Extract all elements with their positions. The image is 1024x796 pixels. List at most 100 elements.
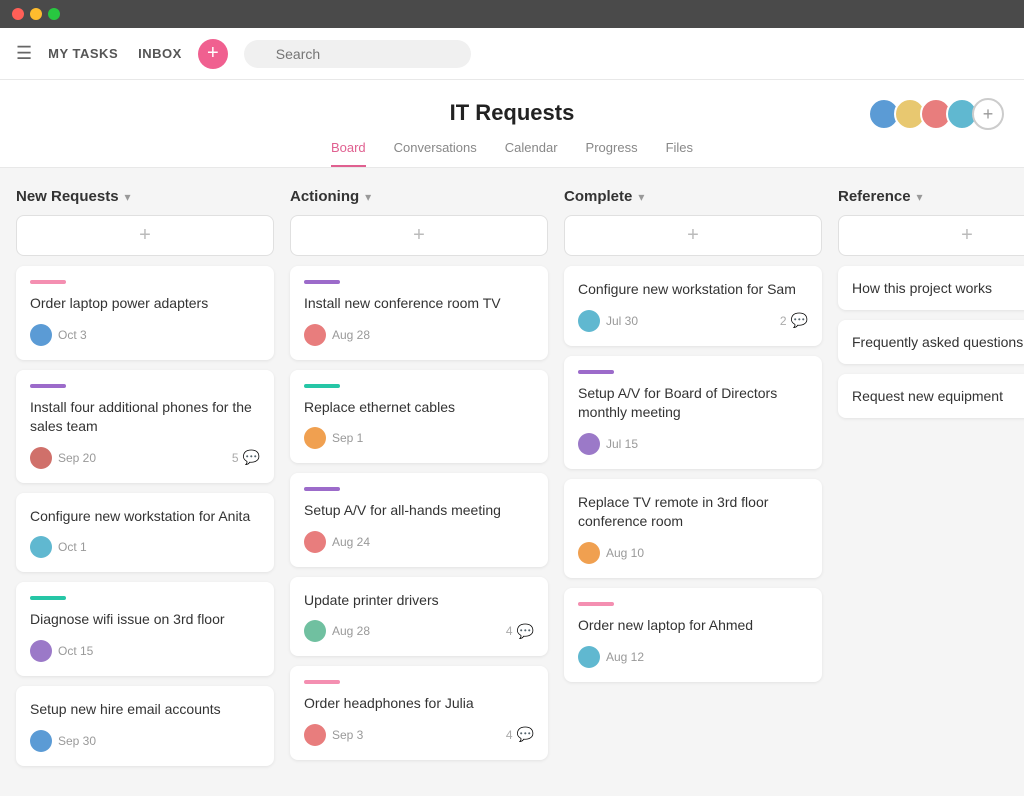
board: New Requests ▾ + Order laptop power adap… [0, 168, 1024, 796]
card-order-laptop-adapters: Order laptop power adapters Oct 3 [16, 266, 274, 360]
card-laptop-ahmed: Order new laptop for Ahmed Aug 12 [564, 588, 822, 682]
column-title-wrapper: Reference ▾ [838, 188, 923, 205]
card-title: Order headphones for Julia [304, 694, 534, 714]
card-date: Oct 3 [58, 328, 87, 342]
avatar [578, 433, 600, 455]
accent-bar [30, 596, 66, 600]
add-card-new-requests[interactable]: + [16, 215, 274, 256]
comment-count: 5 [232, 451, 239, 465]
search-input[interactable] [244, 40, 471, 68]
column-actioning: Actioning ▾ + Install new conference roo… [290, 188, 548, 770]
card-email-accounts: Setup new hire email accounts Sep 30 [16, 686, 274, 766]
card-meta-left: Aug 28 [304, 620, 370, 642]
chevron-down-icon[interactable]: ▾ [125, 190, 131, 204]
card-comments: 4 💬 [506, 726, 534, 743]
tab-board[interactable]: Board [331, 140, 366, 167]
tab-calendar[interactable]: Calendar [505, 140, 558, 167]
card-title: Setup A/V for all-hands meeting [304, 501, 534, 521]
add-card-actioning[interactable]: + [290, 215, 548, 256]
card-meta: Sep 20 5 💬 [30, 447, 260, 469]
project-header: + IT Requests Board Conversations Calend… [0, 80, 1024, 168]
card-date: Sep 1 [332, 431, 363, 445]
inbox-link[interactable]: INBOX [138, 46, 182, 61]
comment-count: 4 [506, 728, 513, 742]
column-title-complete: Complete [564, 188, 632, 205]
card-workstation-anita: Configure new workstation for Anita Oct … [16, 493, 274, 573]
column-complete: Complete ▾ + Configure new workstation f… [564, 188, 822, 692]
card-meta: Aug 28 [304, 324, 534, 346]
maximize-dot[interactable] [48, 8, 60, 20]
add-card-complete[interactable]: + [564, 215, 822, 256]
project-tabs: Board Conversations Calendar Progress Fi… [0, 140, 1024, 167]
card-meta-left: Sep 30 [30, 730, 96, 752]
card-date: Sep 3 [332, 728, 363, 742]
avatar [578, 310, 600, 332]
ref-card-request-equipment[interactable]: Request new equipment [838, 374, 1024, 418]
chevron-down-icon[interactable]: ▾ [638, 190, 644, 204]
close-dot[interactable] [12, 8, 24, 20]
card-date: Oct 15 [58, 644, 93, 658]
card-meta: Jul 30 2 💬 [578, 310, 808, 332]
project-avatars: + [874, 98, 1004, 130]
card-comments: 2 💬 [780, 312, 808, 329]
ref-card-label: Frequently asked questions [852, 334, 1023, 350]
column-title-wrapper: Complete ▾ [564, 188, 644, 205]
search-wrapper: 🔍 [244, 40, 644, 68]
avatar [30, 447, 52, 469]
card-date: Oct 1 [58, 540, 87, 554]
card-meta: Aug 12 [578, 646, 808, 668]
avatar [304, 324, 326, 346]
card-date: Aug 24 [332, 535, 370, 549]
card-meta-left: Oct 3 [30, 324, 87, 346]
hamburger-icon[interactable]: ☰ [16, 43, 32, 64]
card-meta-left: Oct 15 [30, 640, 93, 662]
avatar [30, 536, 52, 558]
column-title-wrapper: Actioning ▾ [290, 188, 371, 205]
card-meta: Jul 15 [578, 433, 808, 455]
card-title: Setup new hire email accounts [30, 700, 260, 720]
chevron-down-icon[interactable]: ▾ [365, 190, 371, 204]
tab-conversations[interactable]: Conversations [394, 140, 477, 167]
column-header-reference: Reference ▾ [838, 188, 1024, 205]
tab-progress[interactable]: Progress [586, 140, 638, 167]
avatar [30, 730, 52, 752]
add-card-reference[interactable]: + [838, 215, 1024, 256]
card-meta-left: Sep 20 [30, 447, 96, 469]
card-av-board-meeting: Setup A/V for Board of Directors monthly… [564, 356, 822, 469]
ref-card-faq[interactable]: Frequently asked questions [838, 320, 1024, 364]
accent-bar [578, 370, 614, 374]
accent-bar [30, 384, 66, 388]
card-wifi-issue: Diagnose wifi issue on 3rd floor Oct 15 [16, 582, 274, 676]
nav-links: MY TASKS INBOX [48, 46, 182, 61]
accent-bar [304, 280, 340, 284]
card-install-phones: Install four additional phones for the s… [16, 370, 274, 483]
column-header-new-requests: New Requests ▾ [16, 188, 274, 205]
card-title: Update printer drivers [304, 591, 534, 611]
card-meta: Sep 30 [30, 730, 260, 752]
card-date: Sep 30 [58, 734, 96, 748]
accent-bar [304, 487, 340, 491]
column-title-new-requests: New Requests [16, 188, 119, 205]
add-button[interactable]: + [198, 39, 228, 69]
avatar [578, 542, 600, 564]
ref-card-how-project-works[interactable]: How this project works [838, 266, 1024, 310]
card-comments: 4 💬 [506, 623, 534, 640]
card-meta-left: Sep 1 [304, 427, 363, 449]
card-printer-drivers: Update printer drivers Aug 28 4 💬 [290, 577, 548, 657]
card-meta-left: Aug 24 [304, 531, 370, 553]
add-avatar-button[interactable]: + [972, 98, 1004, 130]
top-nav: ☰ MY TASKS INBOX + 🔍 [0, 28, 1024, 80]
comment-icon: 💬 [517, 726, 534, 743]
ref-card-label: How this project works [852, 280, 992, 296]
card-title: Configure new workstation for Sam [578, 280, 808, 300]
card-title: Replace TV remote in 3rd floor conferenc… [578, 493, 808, 532]
chevron-down-icon[interactable]: ▾ [917, 190, 923, 204]
card-title: Replace ethernet cables [304, 398, 534, 418]
comment-icon: 💬 [243, 449, 260, 466]
minimize-dot[interactable] [30, 8, 42, 20]
tab-files[interactable]: Files [666, 140, 693, 167]
comment-icon: 💬 [791, 312, 808, 329]
my-tasks-link[interactable]: MY TASKS [48, 46, 118, 61]
card-date: Sep 20 [58, 451, 96, 465]
card-meta: Aug 24 [304, 531, 534, 553]
